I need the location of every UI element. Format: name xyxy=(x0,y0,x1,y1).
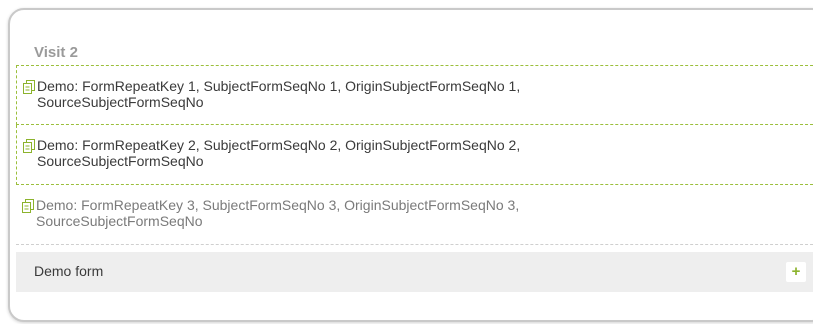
form-item-2[interactable]: Demo: FormRepeatKey 2, SubjectFormSeqNo … xyxy=(16,125,813,185)
form-item-3[interactable]: Demo: FormRepeatKey 3, SubjectFormSeqNo … xyxy=(16,185,813,245)
form-item-line2: SourceSubjectFormSeqNo xyxy=(37,94,204,110)
form-copy-icon xyxy=(23,80,35,94)
visit-title: Visit 2 xyxy=(34,44,78,61)
form-item-line2: SourceSubjectFormSeqNo xyxy=(36,213,203,229)
form-item-line2: SourceSubjectFormSeqNo xyxy=(37,153,204,169)
add-form-label: Demo form xyxy=(34,263,104,279)
form-item-line1: Demo: FormRepeatKey 3, SubjectFormSeqNo … xyxy=(36,197,520,213)
form-list: Demo: FormRepeatKey 1, SubjectFormSeqNo … xyxy=(16,65,813,245)
form-item-line1: Demo: FormRepeatKey 1, SubjectFormSeqNo … xyxy=(37,78,521,94)
form-item-line1: Demo: FormRepeatKey 2, SubjectFormSeqNo … xyxy=(37,137,521,153)
form-item-1[interactable]: Demo: FormRepeatKey 1, SubjectFormSeqNo … xyxy=(16,65,813,125)
plus-icon[interactable]: + xyxy=(786,262,806,282)
add-form-bar[interactable]: Demo form + xyxy=(16,252,813,292)
form-copy-icon xyxy=(22,199,34,213)
form-copy-icon xyxy=(23,139,35,153)
